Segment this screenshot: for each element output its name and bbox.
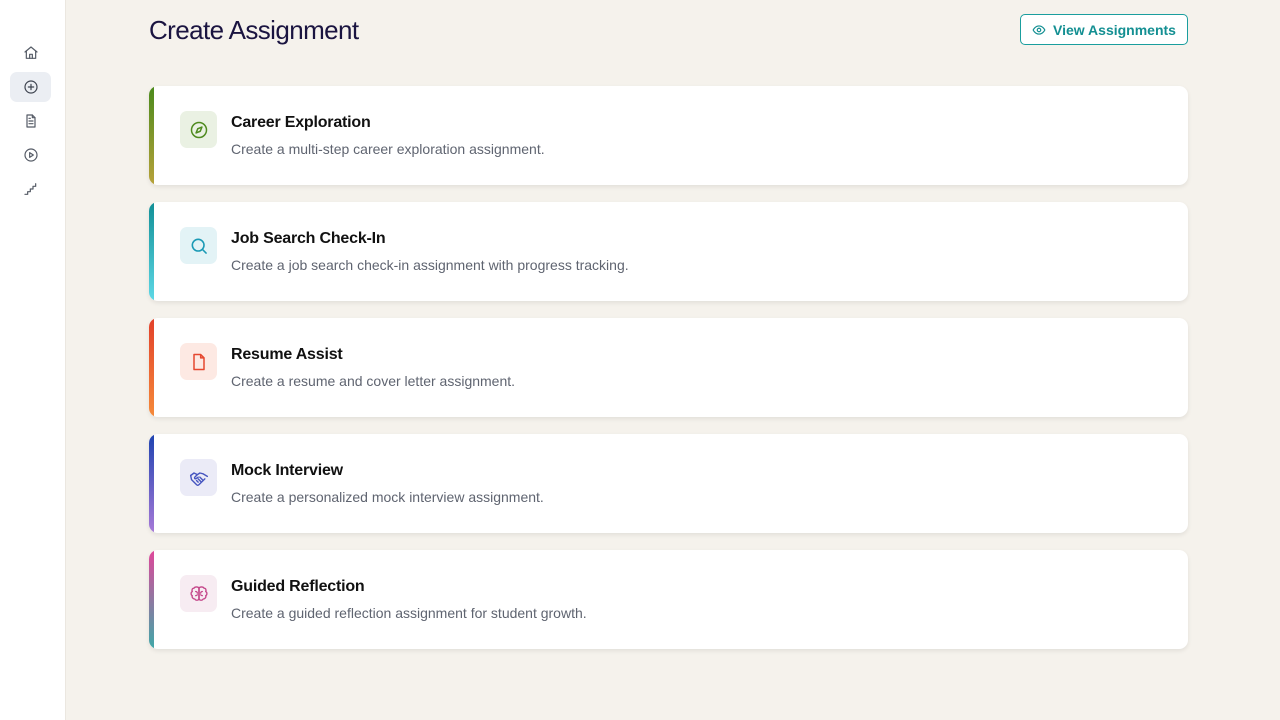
card-description: Create a resume and cover letter assignm… <box>231 373 516 389</box>
sidebar-item-create[interactable] <box>10 72 51 102</box>
card-icon-box <box>180 575 217 612</box>
card-title: Job Search Check-In <box>231 230 386 247</box>
card-accent <box>149 318 154 417</box>
card-resume-assist[interactable]: Resume Assist Create a resume and cover … <box>149 318 1188 417</box>
card-description: Create a job search check-in assignment … <box>231 257 629 273</box>
card-job-search-check-in[interactable]: Job Search Check-In Create a job search … <box>149 202 1188 301</box>
sidebar-item-home[interactable] <box>10 38 51 68</box>
handshake-icon <box>189 471 208 486</box>
view-assignments-button[interactable]: View Assignments <box>1020 14 1188 45</box>
card-icon-box <box>180 111 217 148</box>
main-content: Create Assignment View Assignments Caree… <box>66 0 1280 720</box>
sidebar-item-documents[interactable] <box>10 106 51 136</box>
card-title: Resume Assist <box>231 346 343 363</box>
sidebar <box>0 0 66 720</box>
card-career-exploration[interactable]: Career Exploration Create a multi-step c… <box>149 86 1188 185</box>
brain-icon <box>189 585 208 601</box>
document-icon <box>192 353 205 370</box>
document-icon <box>25 114 36 128</box>
stairs-icon <box>23 183 36 195</box>
card-title: Guided Reflection <box>231 578 365 595</box>
card-guided-reflection[interactable]: Guided Reflection Create a guided reflec… <box>149 550 1188 649</box>
sidebar-item-steps[interactable] <box>10 174 51 204</box>
card-description: Create a guided reflection assignment fo… <box>231 605 587 621</box>
card-accent <box>149 550 154 649</box>
play-circle-icon <box>23 148 38 162</box>
card-description: Create a personalized mock interview ass… <box>231 489 544 505</box>
card-accent <box>149 434 154 533</box>
card-accent <box>149 86 154 185</box>
card-title: Career Exploration <box>231 114 371 131</box>
page-title: Create Assignment <box>149 15 359 45</box>
plus-circle-icon <box>23 80 38 94</box>
card-title: Mock Interview <box>231 462 343 479</box>
card-icon-box <box>180 459 217 496</box>
card-icon-box <box>180 343 217 380</box>
eye-icon <box>1032 24 1046 35</box>
card-mock-interview[interactable]: Mock Interview Create a personalized moc… <box>149 434 1188 533</box>
search-icon <box>191 238 207 254</box>
sidebar-item-play[interactable] <box>10 140 51 170</box>
home-icon <box>23 46 38 59</box>
compass-icon <box>190 121 207 138</box>
card-icon-box <box>180 227 217 264</box>
card-accent <box>149 202 154 301</box>
view-assignments-label: View Assignments <box>1053 21 1176 38</box>
card-description: Create a multi-step career exploration a… <box>231 141 545 157</box>
